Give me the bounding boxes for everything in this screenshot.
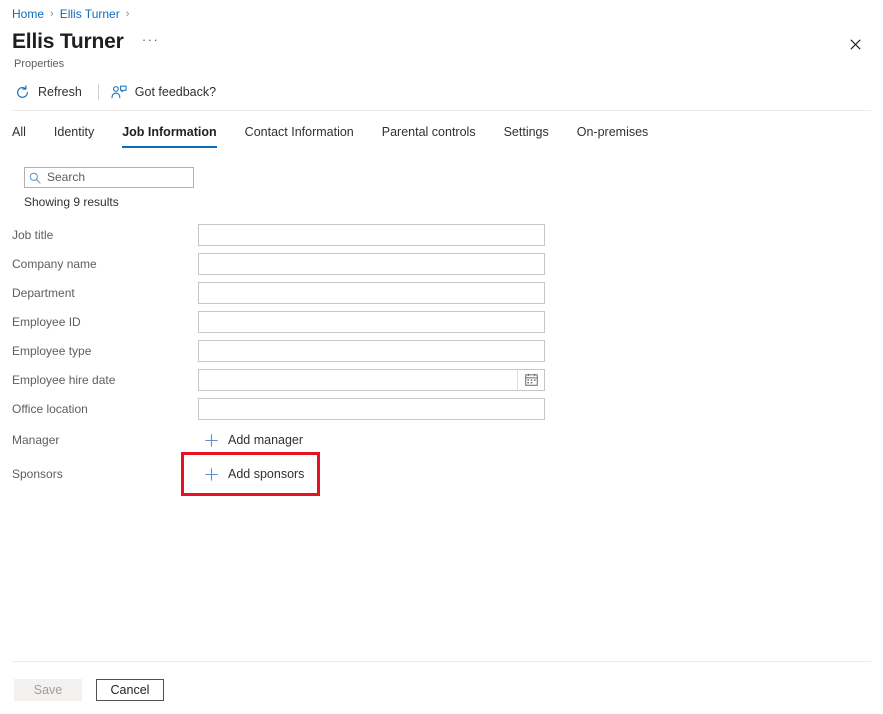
label-manager: Manager bbox=[12, 432, 59, 448]
tab-bar: All Identity Job Information Contact Inf… bbox=[12, 122, 676, 152]
label-company-name: Company name bbox=[12, 256, 97, 272]
tab-settings[interactable]: Settings bbox=[504, 122, 549, 148]
add-manager-button[interactable]: Add manager bbox=[198, 428, 311, 452]
more-options-icon[interactable]: ··· bbox=[138, 28, 164, 56]
label-employee-id: Employee ID bbox=[12, 314, 81, 330]
input-company-name[interactable] bbox=[198, 253, 545, 275]
input-job-title[interactable] bbox=[198, 224, 545, 246]
plus-icon bbox=[202, 465, 220, 483]
close-button[interactable] bbox=[841, 30, 869, 58]
label-office-location: Office location bbox=[12, 401, 88, 417]
breadcrumb-separator-icon: › bbox=[50, 6, 54, 22]
input-employee-type[interactable] bbox=[198, 340, 545, 362]
breadcrumb-item-user[interactable]: Ellis Turner bbox=[60, 6, 120, 22]
label-sponsors: Sponsors bbox=[12, 466, 63, 482]
add-sponsors-button[interactable]: Add sponsors bbox=[198, 462, 312, 486]
tab-parental-controls[interactable]: Parental controls bbox=[382, 122, 476, 148]
breadcrumb: Home › Ellis Turner › bbox=[12, 6, 135, 22]
search-input[interactable] bbox=[45, 169, 206, 186]
date-field-employee-hire-date[interactable] bbox=[198, 369, 545, 391]
calendar-icon[interactable] bbox=[517, 370, 544, 390]
feedback-person-icon bbox=[111, 84, 128, 101]
form-row-employee-id: Employee ID bbox=[0, 307, 883, 336]
command-bar: Refresh Got feedback? bbox=[12, 80, 224, 104]
tab-on-premises[interactable]: On-premises bbox=[577, 122, 649, 148]
add-manager-label: Add manager bbox=[228, 433, 303, 447]
results-count: Showing 9 results bbox=[24, 194, 119, 210]
tab-contact-information[interactable]: Contact Information bbox=[245, 122, 354, 148]
page-subtitle: Properties bbox=[14, 57, 64, 71]
label-employee-type: Employee type bbox=[12, 343, 91, 359]
close-icon bbox=[850, 39, 861, 50]
form-row-job-title: Job title bbox=[0, 220, 883, 249]
got-feedback-button[interactable]: Got feedback? bbox=[109, 80, 224, 104]
form-row-sponsors: Sponsors Add sponsors bbox=[0, 457, 883, 491]
input-employee-id[interactable] bbox=[198, 311, 545, 333]
title-row: Ellis Turner ··· bbox=[12, 28, 164, 56]
label-job-title: Job title bbox=[12, 227, 53, 243]
breadcrumb-separator-icon: › bbox=[126, 6, 130, 22]
footer-actions: Save Cancel bbox=[14, 679, 164, 701]
tab-job-information[interactable]: Job Information bbox=[122, 122, 216, 148]
cancel-button[interactable]: Cancel bbox=[96, 679, 164, 701]
tab-identity[interactable]: Identity bbox=[54, 122, 94, 148]
label-employee-hire-date: Employee hire date bbox=[12, 372, 115, 388]
form-row-employee-hire-date: Employee hire date bbox=[0, 365, 883, 394]
got-feedback-label: Got feedback? bbox=[135, 85, 216, 99]
add-sponsors-label: Add sponsors bbox=[228, 467, 304, 481]
page-title: Ellis Turner bbox=[12, 28, 124, 56]
command-bar-divider bbox=[98, 84, 99, 100]
input-office-location[interactable] bbox=[198, 398, 545, 420]
tab-all[interactable]: All bbox=[12, 122, 26, 148]
form-row-office-location: Office location bbox=[0, 394, 883, 423]
refresh-button[interactable]: Refresh bbox=[12, 80, 90, 104]
toolbar-divider bbox=[12, 110, 871, 111]
job-information-form: Job title Company name Department Employ… bbox=[0, 220, 883, 491]
input-department[interactable] bbox=[198, 282, 545, 304]
input-employee-hire-date[interactable] bbox=[199, 370, 517, 390]
form-row-manager: Manager Add manager bbox=[0, 423, 883, 457]
form-row-employee-type: Employee type bbox=[0, 336, 883, 365]
refresh-label: Refresh bbox=[38, 85, 82, 99]
plus-icon bbox=[202, 431, 220, 449]
footer-divider bbox=[12, 661, 871, 662]
search-box[interactable] bbox=[24, 167, 194, 188]
search-icon bbox=[25, 172, 45, 184]
refresh-icon bbox=[14, 84, 31, 101]
breadcrumb-item-home[interactable]: Home bbox=[12, 6, 44, 22]
label-department: Department bbox=[12, 285, 75, 301]
form-row-company-name: Company name bbox=[0, 249, 883, 278]
form-row-department: Department bbox=[0, 278, 883, 307]
save-button[interactable]: Save bbox=[14, 679, 82, 701]
